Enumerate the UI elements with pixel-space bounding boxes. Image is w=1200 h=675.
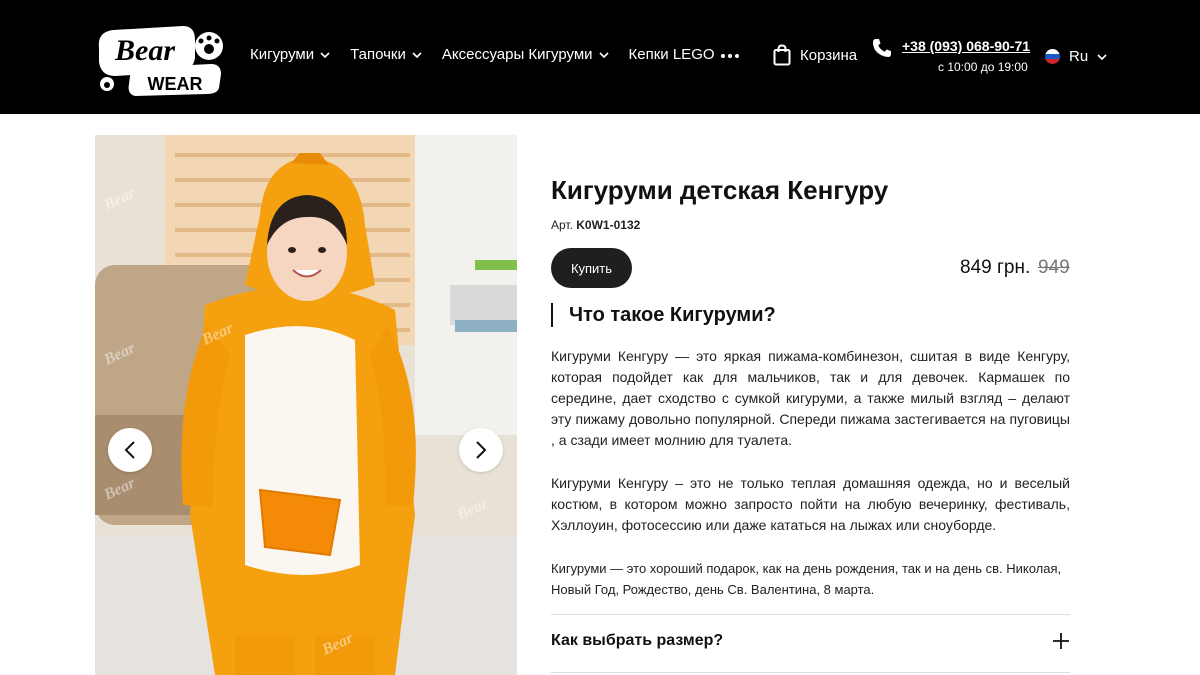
nav-item-label: Кепки LEGO bbox=[628, 46, 715, 63]
product-title: Кигуруми детская Кенгуру bbox=[551, 175, 889, 205]
chevron-down-icon bbox=[598, 51, 609, 58]
logo-text-top: Bear bbox=[114, 34, 175, 67]
size-guide-accordion[interactable]: Как выбрать размер? bbox=[551, 632, 1070, 650]
nav-item-0[interactable]: Кигуруми bbox=[250, 46, 330, 63]
phone-link[interactable]: +38 (093) 068-90-71 bbox=[902, 38, 1030, 54]
cart-label: Корзина bbox=[800, 46, 858, 64]
cart-button[interactable]: Корзина bbox=[773, 44, 857, 66]
section-heading: Что такое Кигуруми? bbox=[551, 303, 776, 327]
chevron-right-icon bbox=[476, 441, 487, 459]
bear-wear-logo[interactable]: Bear WEAR bbox=[95, 18, 225, 96]
sku-label: Арт. bbox=[551, 218, 573, 232]
phone-icon bbox=[872, 39, 891, 57]
chevron-down-icon bbox=[412, 51, 422, 58]
divider bbox=[551, 672, 1070, 673]
nav-item-1[interactable]: Тапочки bbox=[350, 46, 422, 63]
shopping-bag-icon bbox=[773, 44, 791, 66]
old-price: 949 bbox=[1038, 257, 1070, 278]
working-hours: с 10:00 до 19:00 bbox=[938, 60, 1028, 74]
sku-value: K0W1-0132 bbox=[576, 218, 641, 232]
size-guide-label: Как выбрать размер? bbox=[551, 632, 724, 649]
current-price: 849 грн. bbox=[960, 257, 1031, 278]
chevron-down-icon bbox=[1097, 53, 1107, 60]
russia-flag-icon bbox=[1045, 49, 1060, 64]
plus-icon bbox=[1053, 633, 1069, 649]
buy-button[interactable]: Купить bbox=[551, 248, 632, 288]
description-paragraph-1: Кигуруми Кенгуру — это яркая пижама-комб… bbox=[551, 348, 1070, 448]
nav-item-label: Тапочки bbox=[350, 46, 406, 63]
divider bbox=[551, 614, 1070, 615]
product-gallery: Bear Bear Bear Bear Bear Bear bbox=[95, 135, 517, 675]
gallery-prev-button[interactable] bbox=[108, 428, 152, 472]
site-header: Bear WEAR Кигуруми Тапочки Аксессуары Кигу… bbox=[0, 0, 1200, 114]
chevron-down-icon bbox=[320, 51, 330, 58]
chevron-left-icon bbox=[124, 441, 135, 459]
logo-text-bottom: WEAR bbox=[148, 74, 203, 94]
nav-item-3[interactable]: Кепки LEGO bbox=[629, 46, 715, 63]
product-sku: Арт. K0W1-0132 bbox=[551, 218, 640, 232]
gallery-next-button[interactable] bbox=[459, 428, 503, 472]
language-label: Ru bbox=[1069, 48, 1089, 65]
nav-item-label: Аксессуары Кигуруми bbox=[441, 46, 593, 63]
description-paragraph-2: Кигуруми Кенгуру – это не только теплая … bbox=[551, 475, 1070, 533]
more-dots-icon[interactable] bbox=[720, 49, 740, 63]
nav-item-label: Кигуруми bbox=[250, 46, 315, 63]
description-paragraph-3: Кигуруми — это хороший подарок, как на д… bbox=[551, 561, 1062, 597]
product-photo[interactable]: Bear Bear Bear Bear Bear Bear bbox=[95, 135, 517, 675]
language-selector[interactable]: Ru bbox=[1045, 48, 1107, 65]
nav-item-2[interactable]: Аксессуары Кигуруми bbox=[442, 46, 609, 63]
main-nav: Кигуруми Тапочки Аксессуары Кигуруми Кепки … bbox=[250, 46, 735, 63]
